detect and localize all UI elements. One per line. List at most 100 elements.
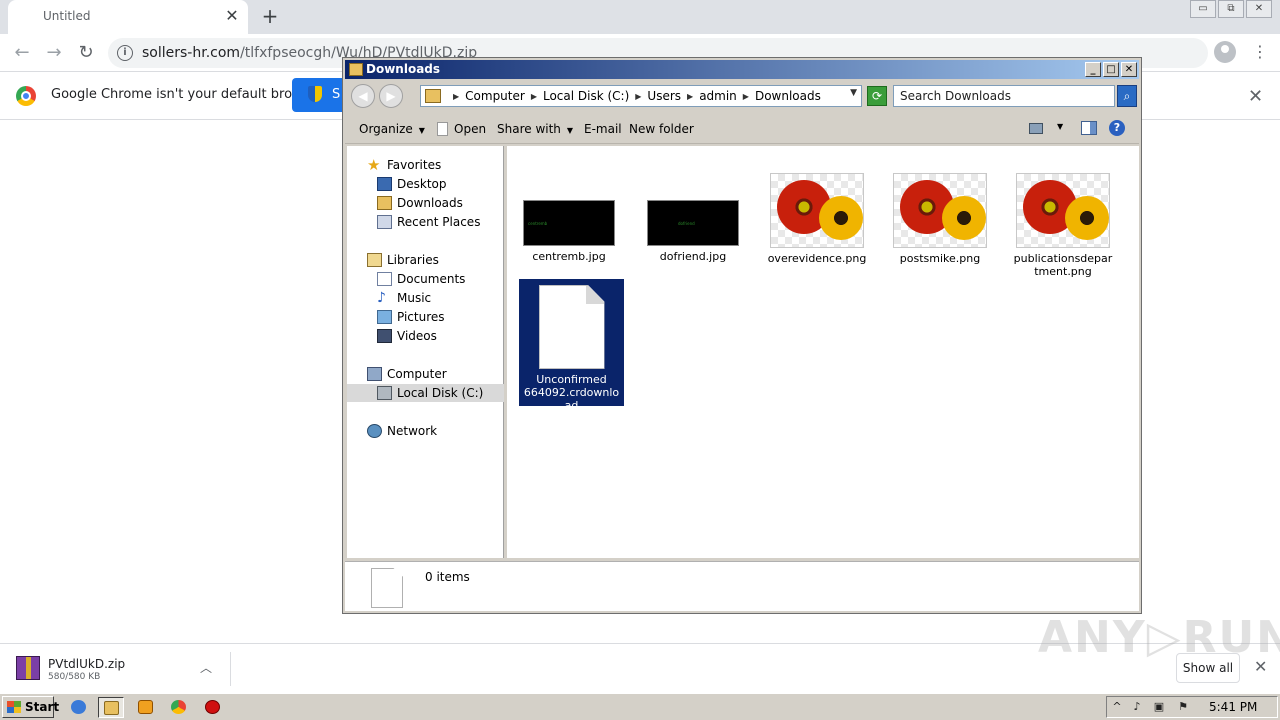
profile-avatar-icon[interactable] xyxy=(1214,41,1236,63)
windows-logo-icon xyxy=(7,701,21,713)
sidebar-item-pictures[interactable]: Pictures xyxy=(375,308,445,326)
chevron-right-icon[interactable]: ▶ xyxy=(531,89,537,105)
download-filename[interactable]: PVtdlUkD.zip xyxy=(48,657,125,671)
taskbar-explorer[interactable] xyxy=(98,697,124,718)
start-button[interactable]: Start xyxy=(2,696,59,718)
chevron-right-icon[interactable]: ▶ xyxy=(635,89,641,105)
explorer-title-bar[interactable]: Downloads _ □ ✕ xyxy=(345,60,1139,79)
breadcrumb-downloads[interactable]: Downloads xyxy=(755,89,821,105)
sidebar-item-documents[interactable]: Documents xyxy=(375,270,465,288)
breadcrumb-admin[interactable]: admin xyxy=(699,89,737,105)
chevron-up-icon[interactable]: ︿ xyxy=(200,659,212,676)
chevron-right-icon[interactable]: ▶ xyxy=(453,89,459,105)
tab-close-icon[interactable]: ✕ xyxy=(224,8,240,24)
file-name: centremb.jpg xyxy=(532,250,606,263)
sidebar-item-libraries[interactable]: Libraries xyxy=(365,251,439,269)
change-view-icon[interactable] xyxy=(1029,123,1043,134)
sidebar-item-label: Recent Places xyxy=(397,215,481,229)
document-icon xyxy=(437,122,448,136)
explorer-back-button[interactable]: ◀ xyxy=(351,84,375,108)
network-tray-icon[interactable]: ▣ xyxy=(1153,701,1165,713)
taskbar-stop[interactable] xyxy=(200,697,226,718)
taskbar-internet-explorer[interactable] xyxy=(66,697,92,718)
chevron-right-icon[interactable]: ▶ xyxy=(743,89,749,105)
chevron-down-icon[interactable]: ▼ xyxy=(1057,122,1063,131)
volume-icon[interactable]: ♪ xyxy=(1131,701,1143,713)
uac-shield-icon xyxy=(308,86,322,102)
windows-taskbar: Start ^ ♪ ▣ ⚑ 5:41 PM xyxy=(0,693,1280,720)
reload-button[interactable]: ↻ xyxy=(73,40,99,66)
infobar-close-icon[interactable]: ✕ xyxy=(1248,86,1263,107)
breadcrumb-computer[interactable]: Computer xyxy=(465,89,525,105)
explorer-close-button[interactable]: ✕ xyxy=(1121,62,1137,77)
email-button[interactable]: E-mail xyxy=(584,122,622,136)
open-button[interactable]: Open xyxy=(437,122,486,136)
sidebar-item-downloads[interactable]: Downloads xyxy=(375,194,463,212)
new-folder-button[interactable]: New folder xyxy=(629,122,694,136)
organize-button[interactable]: Organize ▼ xyxy=(359,122,425,136)
browser-tab[interactable]: Untitled ✕ xyxy=(8,0,248,34)
site-info-icon[interactable]: i xyxy=(117,45,133,61)
file-item-overevidence[interactable]: overevidence.png xyxy=(767,173,867,265)
share-with-button[interactable]: Share with ▼ xyxy=(497,122,573,136)
file-item-unconfirmed-download[interactable]: Unconfirmed 664092.crdownload xyxy=(519,279,624,412)
sidebar-item-label: Documents xyxy=(397,272,466,286)
minimize-button[interactable]: ▭ xyxy=(1190,0,1216,18)
internet-explorer-icon xyxy=(71,700,86,714)
taskbar-media-player[interactable] xyxy=(133,697,159,718)
sidebar-item-network[interactable]: Network xyxy=(365,422,437,440)
sidebar-item-local-disk[interactable]: Local Disk (C:) xyxy=(347,384,504,402)
back-button[interactable]: ← xyxy=(9,40,35,66)
breadcrumb[interactable]: ▶ Computer ▶ Local Disk (C:) ▶ Users ▶ a… xyxy=(420,85,862,107)
explorer-forward-button[interactable]: ▶ xyxy=(379,84,403,108)
folder-icon xyxy=(349,63,363,76)
restore-button[interactable]: ⧉ xyxy=(1218,0,1244,18)
organize-label: Organize xyxy=(359,122,413,136)
thumbnail-text: dofriend xyxy=(678,221,695,226)
file-name: publicationsdepartment.png xyxy=(1013,252,1113,278)
explorer-maximize-button[interactable]: □ xyxy=(1103,62,1119,77)
desktop-icon xyxy=(377,177,392,191)
chrome-logo-icon xyxy=(16,86,36,106)
help-icon[interactable]: ? xyxy=(1109,120,1125,136)
chevron-down-icon: ▼ xyxy=(566,126,574,135)
image-thumbnail: centremb xyxy=(523,200,615,246)
chevron-right-icon[interactable]: ▶ xyxy=(687,89,693,105)
file-item-publicationsdepartment[interactable]: publicationsdepartment.png xyxy=(1013,173,1113,278)
sidebar-item-label: Favorites xyxy=(387,158,442,172)
preview-pane-icon[interactable] xyxy=(1081,121,1097,135)
sidebar-item-videos[interactable]: Videos xyxy=(375,327,437,345)
chevron-up-icon[interactable]: ^ xyxy=(1111,701,1123,713)
sidebar-item-recent-places[interactable]: Recent Places xyxy=(375,213,480,231)
forward-button[interactable]: → xyxy=(41,40,67,66)
new-tab-button[interactable]: + xyxy=(258,4,282,28)
chrome-menu-icon[interactable]: ⋮ xyxy=(1252,42,1268,61)
explorer-minimize-button[interactable]: _ xyxy=(1085,62,1101,77)
chevron-down-icon[interactable]: ▼ xyxy=(850,88,857,98)
file-item-centremb[interactable]: centremb centremb.jpg xyxy=(519,200,619,263)
anyrun-watermark: ANY▷RUN xyxy=(1038,612,1280,663)
search-input[interactable]: Search Downloads xyxy=(893,85,1115,107)
winrar-archive-icon[interactable] xyxy=(16,656,40,680)
blank-document-icon xyxy=(538,285,605,369)
recent-places-icon xyxy=(377,215,392,229)
sidebar-item-music[interactable]: ♪ Music xyxy=(375,289,431,307)
libraries-icon xyxy=(367,253,382,267)
folder-icon xyxy=(425,89,441,103)
clock[interactable]: 5:41 PM xyxy=(1209,700,1257,714)
file-item-dofriend[interactable]: dofriend dofriend.jpg xyxy=(643,200,743,263)
image-thumbnail: dofriend xyxy=(647,200,739,246)
taskbar-chrome[interactable] xyxy=(166,697,192,718)
close-button[interactable]: ✕ xyxy=(1246,0,1272,18)
star-icon: ★ xyxy=(367,156,381,174)
file-item-postsmike[interactable]: postsmike.png xyxy=(890,173,990,265)
stop-icon xyxy=(205,700,220,714)
search-icon[interactable]: ⌕ xyxy=(1117,85,1137,107)
sidebar-item-desktop[interactable]: Desktop xyxy=(375,175,447,193)
sidebar-item-favorites[interactable]: ★ Favorites xyxy=(365,156,441,174)
breadcrumb-local-disk[interactable]: Local Disk (C:) xyxy=(543,89,629,105)
sidebar-item-computer[interactable]: Computer xyxy=(365,365,447,383)
breadcrumb-users[interactable]: Users xyxy=(647,89,681,105)
action-center-flag-icon[interactable]: ⚑ xyxy=(1177,701,1189,713)
refresh-button[interactable]: ⟳ xyxy=(867,86,887,106)
